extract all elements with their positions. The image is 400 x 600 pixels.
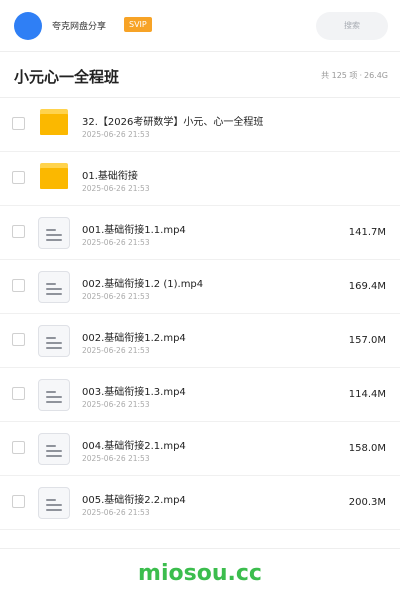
item-count: 共 125 项 (321, 71, 358, 80)
item-size: 169.4M (348, 281, 386, 292)
item-date: 2025-06-26 21:53 (82, 292, 150, 301)
list-item[interactable]: 002.基础衔接1.2.mp4 2025-06-26 21:53 157.0M (0, 314, 400, 368)
video-file-icon (38, 217, 70, 249)
item-date: 2025-06-26 21:53 (82, 130, 150, 139)
list-item[interactable]: 01.基础衔接 2025-06-26 21:53 (0, 152, 400, 206)
list-item[interactable]: 004.基础衔接2.1.mp4 2025-06-26 21:53 158.0M (0, 422, 400, 476)
page-title: 小元心一全程班 (14, 68, 120, 86)
video-file-icon (38, 325, 70, 357)
item-name: 001.基础衔接1.1.mp4 (82, 225, 186, 236)
folder-title-bar: 小元心一全程班 共 125 项 · 26.4G (0, 52, 400, 98)
owner-name: 夸克网盘分享 (52, 22, 107, 32)
item-name: 003.基础衔接1.3.mp4 (82, 387, 186, 398)
video-file-icon (38, 487, 70, 519)
item-name: 01.基础衔接 (82, 171, 138, 182)
folder-icon (38, 109, 70, 141)
select-checkbox[interactable] (12, 279, 25, 292)
list-item[interactable]: 003.基础衔接1.3.mp4 2025-06-26 21:53 114.4M (0, 368, 400, 422)
item-size: 114.4M (348, 389, 386, 400)
item-date: 2025-06-26 21:53 (82, 508, 150, 517)
item-name: 002.基础衔接1.2.mp4 (82, 333, 186, 344)
select-checkbox[interactable] (12, 441, 25, 454)
search-input[interactable]: 搜索 (316, 12, 388, 40)
select-checkbox[interactable] (12, 387, 25, 400)
list-item[interactable]: 32.【2026考研数学】小元、心一全程班 2025-06-26 21:53 (0, 98, 400, 152)
item-date: 2025-06-26 21:53 (82, 184, 150, 193)
item-size: 200.3M (348, 497, 386, 508)
item-name: 004.基础衔接2.1.mp4 (82, 441, 186, 452)
list-item[interactable]: 002.基础衔接1.2 (1).mp4 2025-06-26 21:53 169… (0, 260, 400, 314)
item-size: 157.0M (348, 335, 386, 346)
item-date: 2025-06-26 21:53 (82, 238, 150, 247)
video-file-icon (38, 433, 70, 465)
site-watermark: miosou.cc (138, 561, 262, 586)
select-checkbox[interactable] (12, 117, 25, 130)
video-file-icon (38, 379, 70, 411)
svip-badge: SVIP (124, 17, 152, 32)
folder-summary: 共 125 项 · 26.4G (321, 70, 388, 81)
select-checkbox[interactable] (12, 333, 25, 346)
item-size: 141.7M (348, 227, 386, 238)
select-checkbox[interactable] (12, 225, 25, 238)
item-size: 158.0M (348, 443, 386, 454)
summary-separator: · (359, 71, 362, 80)
list-item[interactable]: 001.基础衔接1.1.mp4 2025-06-26 21:53 141.7M (0, 206, 400, 260)
select-checkbox[interactable] (12, 495, 25, 508)
item-name: 005.基础衔接2.2.mp4 (82, 495, 186, 506)
item-name: 32.【2026考研数学】小元、心一全程班 (82, 117, 264, 128)
item-date: 2025-06-26 21:53 (82, 454, 150, 463)
item-date: 2025-06-26 21:53 (82, 400, 150, 409)
avatar[interactable] (14, 12, 42, 40)
select-checkbox[interactable] (12, 171, 25, 184)
total-size: 26.4G (363, 71, 388, 80)
share-header: 夸克网盘分享 SVIP 搜索 (0, 0, 400, 52)
file-list: 32.【2026考研数学】小元、心一全程班 2025-06-26 21:53 0… (0, 98, 400, 530)
list-item[interactable]: 005.基础衔接2.2.mp4 2025-06-26 21:53 200.3M (0, 476, 400, 530)
item-name: 002.基础衔接1.2 (1).mp4 (82, 279, 204, 290)
video-file-icon (38, 271, 70, 303)
folder-icon (38, 163, 70, 195)
item-date: 2025-06-26 21:53 (82, 346, 150, 355)
footer-divider (0, 548, 400, 549)
